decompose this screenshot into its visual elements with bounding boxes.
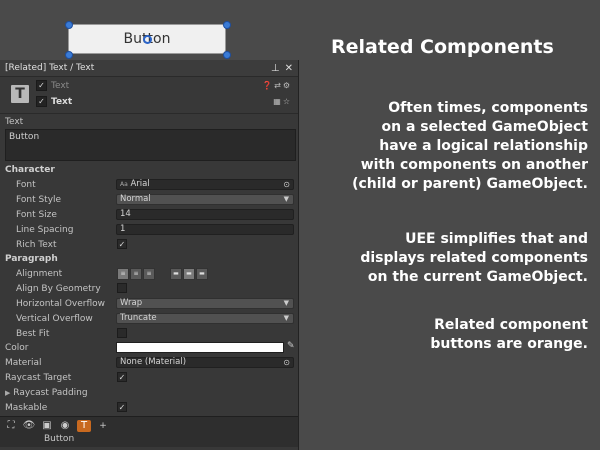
font-style-label: Font Style xyxy=(16,195,62,205)
alignment-label: Alignment xyxy=(16,269,63,279)
horizontal-alignment-group: ≡ ≡ ≡ xyxy=(117,268,156,280)
best-fit-checkbox[interactable] xyxy=(117,328,127,338)
para1-line: on a selected GameObject xyxy=(381,119,588,135)
raycast-target-label: Raycast Target xyxy=(5,373,72,383)
text-input-value: Button xyxy=(9,132,40,142)
maskable-label: Maskable xyxy=(5,403,48,413)
font-field[interactable]: Aa Arial ⊙ xyxy=(116,179,294,190)
inspector-title: [Related] Text / Text xyxy=(5,63,95,73)
chevron-down-icon: ▼ xyxy=(283,314,289,322)
rect-handle-bottom-left[interactable] xyxy=(65,51,73,59)
align-by-geometry-checkbox[interactable] xyxy=(117,283,127,293)
line-spacing-label: Line Spacing xyxy=(16,225,74,235)
maskable-checkbox[interactable]: ✓ xyxy=(117,402,127,412)
para3-line: Related component xyxy=(434,317,588,333)
rect-handle-top-right[interactable] xyxy=(223,21,231,29)
image-icon[interactable]: ▣ xyxy=(40,420,54,432)
para2-line: on the current GameObject. xyxy=(367,269,588,285)
material-label: Material xyxy=(5,358,42,368)
font-size-label: Font Size xyxy=(16,210,57,220)
paragraph-heading: Paragraph xyxy=(5,254,58,264)
color-field[interactable] xyxy=(116,342,284,353)
chevron-down-icon: ▼ xyxy=(283,195,289,203)
chevron-down-icon: ▼ xyxy=(283,299,289,307)
line-spacing-value: 1 xyxy=(120,224,126,234)
header-row1-label: Text xyxy=(51,80,70,91)
para2-line: displays related components xyxy=(360,250,588,266)
paragraph-1: Often times, components on a selected Ga… xyxy=(318,99,588,194)
raycast-target-checkbox[interactable]: ✓ xyxy=(117,372,127,382)
button-icon[interactable]: ◉ xyxy=(58,420,72,432)
line-spacing-input[interactable]: 1 xyxy=(116,224,294,235)
rect-handle-bottom-right[interactable] xyxy=(223,51,231,59)
paragraph-2: UEE simplifies that and displays related… xyxy=(318,230,588,287)
raycast-padding-foldout[interactable]: ▶ Raycast Padding xyxy=(5,388,88,398)
horizontal-overflow-value: Wrap xyxy=(120,298,143,308)
inspector-titlebar: [Related] Text / Text ⊥ ✕ xyxy=(0,60,298,77)
vertical-alignment-group: ▬ ▬ ▬ xyxy=(170,268,209,280)
para1-line: Often times, components xyxy=(388,100,588,116)
vertical-overflow-label: Vertical Overflow xyxy=(16,314,93,324)
font-style-dropdown[interactable]: Normal ▼ xyxy=(116,194,294,205)
horizontal-overflow-dropdown[interactable]: Wrap ▼ xyxy=(116,298,294,309)
para1-line: have a logical relationship xyxy=(379,138,588,154)
header-row2-label: Text xyxy=(51,96,73,107)
align-right-icon[interactable]: ≡ xyxy=(143,268,155,280)
rich-text-label: Rich Text xyxy=(16,240,57,250)
help-settings-icons[interactable]: ❓⇄⚙ xyxy=(262,81,292,90)
close-icon[interactable]: ✕ xyxy=(285,63,293,74)
font-asset-icon: Aa xyxy=(120,181,128,188)
font-label: Font xyxy=(16,180,36,190)
text-input[interactable]: Button xyxy=(5,129,296,161)
object-picker-icon[interactable]: ⊙ xyxy=(283,358,290,367)
font-style-value: Normal xyxy=(120,194,151,204)
enable-checkbox-2[interactable]: ✓ xyxy=(36,96,47,107)
footer-object-label: Button xyxy=(44,434,75,444)
material-value: None (Material) xyxy=(120,357,187,367)
panel-title: Related Components xyxy=(331,36,554,58)
header-row-2: ✓ Text xyxy=(36,96,72,107)
align-left-icon[interactable]: ≡ xyxy=(117,268,129,280)
component-header: T ✓ Text ✓ Text ❓⇄⚙ ▦☆ xyxy=(0,77,298,114)
align-by-geometry-label: Align By Geometry xyxy=(16,284,101,294)
text-component-icon: T xyxy=(11,85,29,103)
rich-text-checkbox[interactable]: ✓ xyxy=(117,239,127,249)
add-component-icon[interactable]: + xyxy=(96,420,110,432)
header-row-1: ✓ Text xyxy=(36,80,69,91)
best-fit-label: Best Fit xyxy=(16,329,50,339)
inspector-panel: [Related] Text / Text ⊥ ✕ T ✓ Text ✓ Tex… xyxy=(0,60,299,450)
lock-icon[interactable]: ⊥ xyxy=(271,63,280,74)
object-picker-icon[interactable]: ⊙ xyxy=(283,180,290,189)
font-size-value: 14 xyxy=(120,209,131,219)
rect-transform-icon[interactable]: ⛶ xyxy=(4,420,18,432)
para1-line: with components on another xyxy=(360,157,588,173)
material-field[interactable]: None (Material) ⊙ xyxy=(116,357,294,368)
para3-line: buttons are orange. xyxy=(430,336,588,352)
eye-icon[interactable]: 👁 xyxy=(22,420,36,432)
character-heading: Character xyxy=(5,165,55,175)
align-bottom-icon[interactable]: ▬ xyxy=(196,268,208,280)
text-related-icon[interactable]: T xyxy=(77,420,91,432)
text-label: Text xyxy=(5,117,24,127)
color-label: Color xyxy=(5,343,29,353)
pivot-icon[interactable] xyxy=(143,35,152,44)
vertical-overflow-dropdown[interactable]: Truncate ▼ xyxy=(116,313,294,324)
align-middle-icon[interactable]: ▬ xyxy=(183,268,195,280)
horizontal-overflow-label: Horizontal Overflow xyxy=(16,299,105,309)
align-center-icon[interactable]: ≡ xyxy=(130,268,142,280)
font-size-input[interactable]: 14 xyxy=(116,209,294,220)
enable-checkbox-1[interactable]: ✓ xyxy=(36,80,47,91)
raycast-padding-label: Raycast Padding xyxy=(13,388,88,398)
rect-handle-top-left[interactable] xyxy=(65,21,73,29)
paragraph-3: Related component buttons are orange. xyxy=(318,316,588,354)
eyedropper-icon[interactable]: ✎ xyxy=(287,341,295,351)
vertical-overflow-value: Truncate xyxy=(120,313,157,323)
para2-line: UEE simplifies that and xyxy=(405,231,588,247)
preset-favorite-icons[interactable]: ▦☆ xyxy=(273,97,292,106)
font-value: Arial xyxy=(130,179,150,189)
para1-line: (child or parent) GameObject. xyxy=(352,176,588,192)
foldout-arrow-icon: ▶ xyxy=(5,389,11,397)
align-top-icon[interactable]: ▬ xyxy=(170,268,182,280)
component-bar: ⛶ 👁 ▣ ◉ T + Button xyxy=(0,416,298,447)
